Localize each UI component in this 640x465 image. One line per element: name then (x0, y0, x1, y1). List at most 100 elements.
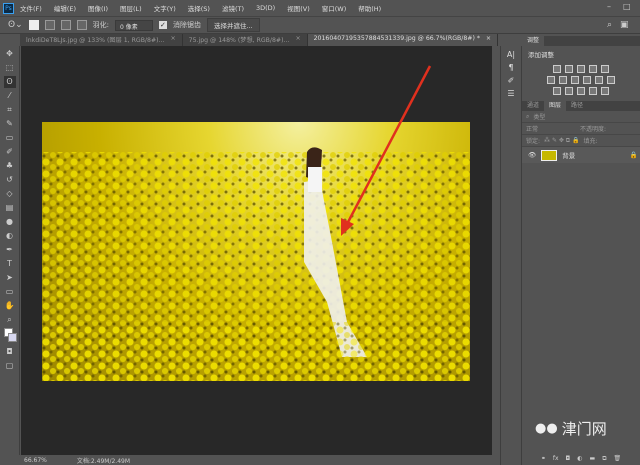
quick-mask-icon[interactable]: ◘ (4, 346, 16, 358)
close-icon[interactable]: × (295, 35, 300, 45)
blur-tool-icon[interactable]: ● (4, 216, 16, 228)
magic-wand-icon[interactable]: ⁄ (4, 90, 16, 102)
filter-kind-select[interactable]: 类型 (533, 112, 545, 121)
lock-icons[interactable]: ⁂ ✎ ✥ ⧉ 🔒 (544, 137, 579, 145)
pen-tool-icon[interactable]: ✒ (4, 244, 16, 256)
crop-tool-icon[interactable]: ⌗ (4, 104, 16, 116)
gradient-tool-icon[interactable]: ▤ (4, 202, 16, 214)
feather-label: 羽化: (92, 21, 109, 29)
tab-document-2[interactable]: 75.jpg @ 148% (梦想, RGB/8#)... × (183, 34, 308, 46)
dodge-tool-icon[interactable]: ◐ (4, 230, 16, 242)
fx-icon[interactable]: fx (553, 455, 559, 465)
brush-settings-icon[interactable]: ✐ (501, 76, 521, 85)
delete-icon[interactable]: 🗑 (614, 455, 622, 465)
close-icon[interactable]: × (486, 35, 491, 45)
menu-3d[interactable]: 3D(D) (256, 4, 275, 12)
stamp-tool-icon[interactable]: ♣ (4, 160, 16, 172)
photo-filter-icon[interactable] (583, 76, 591, 84)
hue-saturation-icon[interactable] (547, 76, 555, 84)
color-swatches[interactable] (3, 328, 17, 344)
tools-panel: ✥ ⬚ ʘ ⁄ ⌗ ✎ ▭ ✐ ♣ ↺ ◇ ▤ ● ◐ ✒ T ➤ ▭ ✋ ⌕ … (0, 46, 20, 455)
color-balance-icon[interactable] (559, 76, 567, 84)
antialias-checkbox[interactable]: ✓ (158, 21, 167, 29)
marquee-tool-icon[interactable]: ⬚ (4, 62, 16, 74)
blend-row: 正常 不透明度: (522, 123, 640, 135)
brush-tool-icon[interactable]: ✐ (4, 146, 16, 158)
group-icon[interactable]: ▬ (590, 455, 596, 465)
tab-label: 20160407195357884531339.jpg @ 66.7%(RGB/… (313, 35, 480, 42)
move-tool-icon[interactable]: ✥ (4, 48, 16, 60)
photoshop-logo: Ps (3, 2, 14, 14)
zoom-level[interactable]: 66.67% (24, 457, 47, 464)
workspace-icon[interactable]: ▣ (620, 20, 629, 30)
link-icon[interactable]: ⚭ (541, 455, 546, 465)
exposure-icon[interactable] (589, 65, 597, 73)
brightness-icon[interactable] (553, 65, 561, 73)
tab-channels[interactable]: 通道 (522, 101, 544, 111)
menu-layer[interactable]: 图层(L) (120, 3, 142, 13)
new-selection-button[interactable] (28, 20, 39, 30)
subtract-selection-button[interactable] (60, 20, 71, 30)
zoom-tool-icon[interactable]: ⌕ (4, 314, 16, 326)
maximize-button[interactable]: □ (623, 2, 631, 11)
black-white-icon[interactable] (571, 76, 579, 84)
eraser-icon[interactable]: ◇ (4, 188, 16, 200)
tool-presets-icon[interactable]: ☰ (501, 89, 521, 98)
character-panel-icon[interactable]: A| (501, 50, 521, 59)
intersect-selection-button[interactable] (76, 20, 87, 30)
levels-icon[interactable] (565, 65, 573, 73)
vibrance-icon[interactable] (601, 65, 609, 73)
menu-select[interactable]: 选择(S) (188, 3, 210, 13)
blend-mode-select[interactable]: 正常 (526, 124, 576, 133)
select-and-mask-button[interactable]: 选择并遮住... (206, 18, 260, 32)
tab-layers[interactable]: 图层 (544, 101, 567, 111)
eye-icon[interactable]: 👁 (528, 151, 536, 159)
lasso-tool-icon[interactable]: ʘ (3, 76, 16, 88)
layer-background[interactable]: 👁 背景 🔒 (522, 147, 640, 163)
menu-image[interactable]: 图像(I) (88, 3, 108, 13)
menu-view[interactable]: 视图(V) (287, 3, 310, 13)
document-size[interactable]: 文档:2.49M/2.49M (77, 456, 130, 465)
selective-color-icon[interactable] (589, 87, 597, 95)
posterize-icon[interactable] (565, 87, 573, 95)
gradient-map-icon[interactable] (601, 87, 609, 95)
adjustment-layer-icon[interactable]: ◐ (577, 455, 582, 465)
tab-document-3[interactable]: 20160407195357884531339.jpg @ 66.7%(RGB/… (307, 34, 499, 46)
color-lookup-icon[interactable] (607, 76, 615, 84)
menu-edit[interactable]: 编辑(E) (54, 3, 76, 13)
type-tool-icon[interactable]: T (4, 258, 16, 270)
curves-icon[interactable] (577, 65, 585, 73)
shape-tool-icon[interactable]: ▭ (4, 286, 16, 298)
menu-help[interactable]: 帮助(H) (358, 3, 381, 13)
panel-dock-icons: A| ¶ ✐ ☰ (500, 46, 522, 465)
history-brush-icon[interactable]: ↺ (4, 174, 16, 186)
lasso-icon[interactable]: ʘ⌄ (8, 20, 23, 30)
menu-window[interactable]: 窗口(W) (322, 3, 347, 13)
search-icon[interactable]: ⌕ (607, 20, 612, 30)
eyedropper-icon[interactable]: ✎ (4, 118, 16, 130)
invert-icon[interactable] (553, 87, 561, 95)
menu-type[interactable]: 文字(Y) (154, 3, 176, 13)
canvas-area[interactable] (21, 46, 492, 455)
minimize-button[interactable]: – (607, 2, 611, 11)
tab-document-1[interactable]: lnkdiDeT8LJs.jpg @ 133% (图层 1, RGB/8#)..… (20, 34, 183, 46)
new-layer-icon[interactable]: ⧉ (602, 455, 606, 465)
threshold-icon[interactable] (577, 87, 585, 95)
menu-filter[interactable]: 滤镜(T) (222, 3, 244, 13)
menu-file[interactable]: 文件(F) (20, 3, 42, 13)
feather-input[interactable]: 0 像素 (114, 19, 153, 31)
paragraph-panel-icon[interactable]: ¶ (501, 63, 521, 72)
channel-mixer-icon[interactable] (595, 76, 603, 84)
tab-paths[interactable]: 路径 (566, 101, 588, 111)
path-select-icon[interactable]: ➤ (4, 272, 16, 284)
hand-tool-icon[interactable]: ✋ (4, 300, 16, 312)
add-selection-button[interactable] (44, 20, 55, 30)
healing-brush-icon[interactable]: ▭ (4, 132, 16, 144)
screen-mode-icon[interactable]: ▢ (4, 360, 16, 372)
close-icon[interactable]: × (170, 35, 175, 45)
right-panels: 调整 添加调整 通道 图层 路径 ⌕ 类型 正常 不透明度: 锁定: ⁂ ✎ ✥ ⧉ … (522, 36, 640, 465)
mask-icon[interactable]: ◘ (566, 455, 571, 465)
lock-label: 锁定: (526, 138, 541, 145)
tab-adjustments[interactable]: 调整 (522, 36, 545, 46)
lock-row: 锁定: ⁂ ✎ ✥ ⧉ 🔒 填充: (522, 135, 640, 147)
